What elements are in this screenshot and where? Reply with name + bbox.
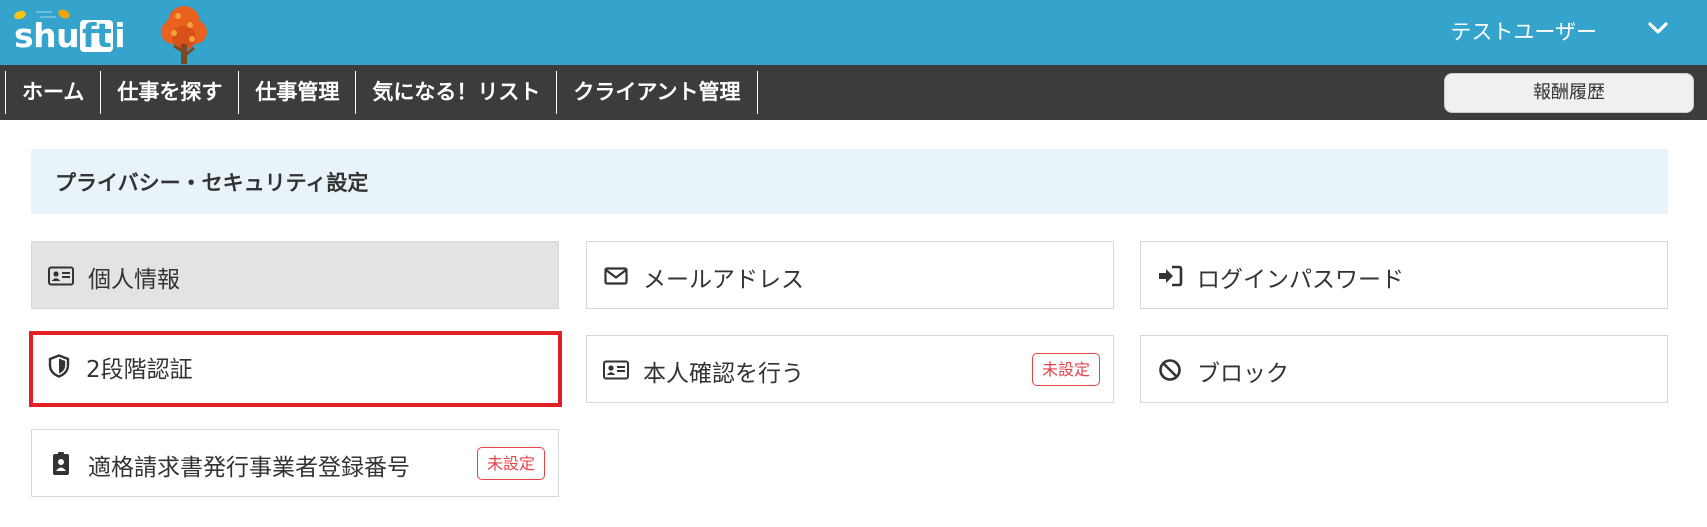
reward-history-button[interactable]: 報酬履歴	[1444, 73, 1694, 113]
settings-card-email[interactable]: メールアドレス	[586, 241, 1114, 309]
section-header: プライバシー・セキュリティ設定	[31, 149, 1668, 214]
card-label: 本人確認を行う	[643, 361, 804, 387]
logo-text: shufti	[14, 16, 126, 55]
nav-item-favorites[interactable]: 気になる！リスト	[356, 71, 558, 114]
card-label: 2段階認証	[86, 357, 193, 383]
shufti-logo[interactable]: shufti	[12, 0, 212, 65]
nav-item-home[interactable]: ホーム	[6, 71, 102, 114]
shield-icon	[46, 354, 72, 378]
user-menu[interactable]: テストユーザー	[1407, 0, 1707, 65]
user-name[interactable]: テストユーザー	[1450, 16, 1597, 46]
envelope-icon	[603, 264, 629, 288]
settings-card-identity-verification[interactable]: 本人確認を行う 未設定	[586, 335, 1114, 403]
main-nav: ホーム 仕事を探す 仕事管理 気になる！リスト クライアント管理 報酬履歴	[0, 65, 1707, 120]
settings-card-two-factor-auth[interactable]: 2段階認証	[29, 331, 562, 407]
sign-in-icon	[1157, 264, 1183, 288]
card-label: メールアドレス	[643, 267, 804, 293]
card-label: 適格請求書発行事業者登録番号	[88, 455, 410, 481]
settings-card-invoice-registration[interactable]: 適格請求書発行事業者登録番号 未設定	[31, 429, 559, 497]
status-badge: 未設定	[476, 447, 545, 480]
id-card-icon	[603, 358, 629, 382]
nav-item-find-jobs[interactable]: 仕事を探す	[101, 71, 240, 114]
chevron-down-icon[interactable]	[1647, 20, 1669, 36]
page-title: プライバシー・セキュリティ設定	[55, 171, 369, 195]
nav-items: ホーム 仕事を探す 仕事管理 気になる！リスト クライアント管理	[5, 71, 758, 114]
status-badge: 未設定	[1031, 353, 1100, 386]
ban-icon	[1157, 358, 1183, 382]
card-label: ログインパスワード	[1197, 267, 1404, 293]
settings-card-login-password[interactable]: ログインパスワード	[1140, 241, 1668, 309]
id-card-icon	[48, 264, 74, 288]
card-label: ブロック	[1197, 361, 1289, 387]
nav-item-client-management[interactable]: クライアント管理	[557, 71, 758, 114]
settings-card-personal-info[interactable]: 個人情報	[31, 241, 559, 309]
top-bar: shufti テストユーザー	[0, 0, 1707, 65]
card-label: 個人情報	[88, 267, 180, 293]
settings-card-block[interactable]: ブロック	[1140, 335, 1668, 403]
tree-icon	[161, 6, 207, 64]
nav-item-job-management[interactable]: 仕事管理	[239, 71, 357, 114]
badge-icon	[48, 452, 74, 476]
